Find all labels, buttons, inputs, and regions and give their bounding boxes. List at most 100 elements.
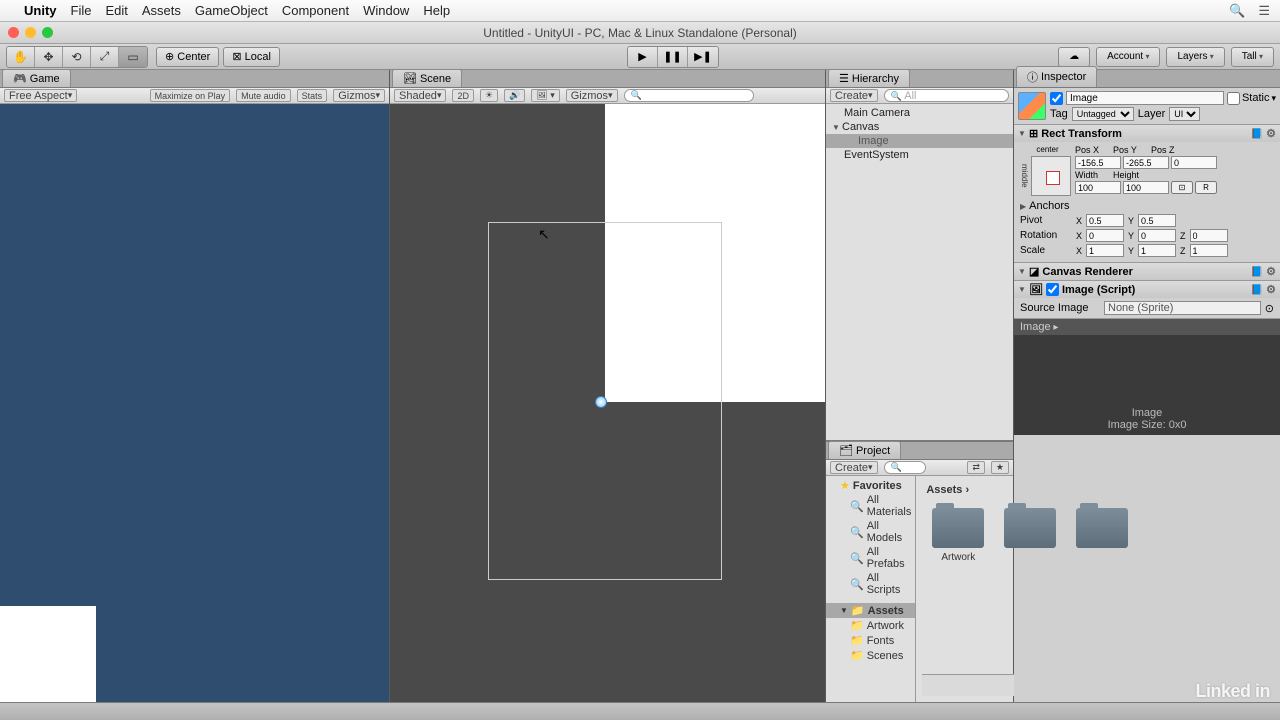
source-image-field[interactable]: None (Sprite)	[1104, 301, 1261, 315]
menu-file[interactable]: File	[71, 3, 92, 18]
tab-scene[interactable]: 🏞Scene	[392, 69, 462, 87]
layer-dropdown[interactable]: UI	[1169, 107, 1200, 121]
help-icon[interactable]: 📘	[1251, 267, 1263, 278]
aspect-dropdown[interactable]: Free Aspect ▾	[4, 89, 77, 102]
2d-toggle[interactable]: 2D	[452, 89, 474, 102]
scene-search[interactable]: 🔍	[624, 89, 754, 102]
spotlight-icon[interactable]: 🔍	[1229, 3, 1245, 18]
hierarchy-search[interactable]: 🔍 All	[884, 89, 1009, 102]
hierarchy-item-image[interactable]: Image	[826, 134, 1013, 148]
step-button[interactable]: ▶❚	[688, 47, 718, 67]
assets-folder[interactable]: ▼📁Assets	[826, 603, 915, 618]
folder-scenes[interactable]: 📁Scenes	[826, 648, 915, 663]
rot-y-field[interactable]	[1138, 229, 1176, 242]
layers-dropdown[interactable]: Layers	[1166, 47, 1224, 67]
menu-component[interactable]: Component	[282, 3, 349, 18]
audio-toggle[interactable]: 🔊	[504, 89, 525, 102]
cloud-button[interactable]: ☁	[1058, 47, 1090, 67]
active-checkbox[interactable]	[1050, 92, 1063, 105]
scene-view[interactable]: ↖	[390, 104, 825, 702]
transform-gizmo[interactable]	[595, 396, 607, 408]
component-menu-icon[interactable]: ⚙	[1266, 128, 1276, 140]
object-name-field[interactable]	[1066, 91, 1224, 105]
menu-assets[interactable]: Assets	[142, 3, 181, 18]
menu-window[interactable]: Window	[363, 3, 409, 18]
help-icon[interactable]: 📘	[1251, 129, 1263, 140]
scale-z-field[interactable]	[1190, 244, 1228, 257]
gizmos-scene-toggle[interactable]: Gizmos ▾	[566, 89, 618, 102]
rect-tool[interactable]: ▭	[119, 47, 147, 67]
rotate-tool[interactable]: ⟲	[63, 47, 91, 67]
anchors-foldout[interactable]: ▶Anchors	[1020, 198, 1274, 214]
project-create-button[interactable]: Create ▾	[830, 461, 878, 474]
hand-tool[interactable]: ✋	[7, 47, 35, 67]
tag-dropdown[interactable]: Untagged	[1072, 107, 1134, 121]
rect-transform-header[interactable]: ▼⊞ Rect Transform 📘 ⚙	[1014, 125, 1280, 142]
image-enabled-checkbox[interactable]	[1046, 283, 1059, 296]
pivot-x-field[interactable]	[1086, 214, 1124, 227]
app-name[interactable]: Unity	[24, 3, 57, 18]
object-picker-icon[interactable]: ⊙	[1265, 302, 1274, 315]
gizmos-game-toggle[interactable]: Gizmos ▾	[333, 89, 385, 102]
hierarchy-item-eventsystem[interactable]: EventSystem	[826, 148, 1013, 162]
material-slot[interactable]: Image ▸	[1014, 319, 1280, 335]
handle-local-button[interactable]: ⊠ Local	[223, 47, 280, 67]
folder-fonts[interactable]: 📁Fonts	[826, 633, 915, 648]
fav-all-prefabs[interactable]: 🔍All Prefabs	[826, 545, 915, 571]
project-star-icon[interactable]: ★	[991, 461, 1009, 474]
shading-dropdown[interactable]: Shaded ▾	[394, 89, 446, 102]
scale-x-field[interactable]	[1086, 244, 1124, 257]
help-icon[interactable]: 📘	[1251, 285, 1263, 296]
grid-artwork[interactable]: Artwork	[932, 508, 984, 563]
rot-z-field[interactable]	[1190, 229, 1228, 242]
project-filter-icon[interactable]: ⇄	[967, 461, 985, 474]
blueprint-button[interactable]: ⊡	[1171, 181, 1193, 194]
menu-extras-icon[interactable]: ☰	[1258, 3, 1270, 18]
hierarchy-create-button[interactable]: Create ▾	[830, 89, 878, 102]
tab-hierarchy[interactable]: ☰Hierarchy	[828, 69, 910, 87]
tab-project[interactable]: 🗂Project	[828, 441, 901, 459]
stats-toggle[interactable]: Stats	[297, 89, 328, 102]
raw-edit-button[interactable]: R	[1195, 181, 1217, 194]
play-button[interactable]: ▶	[628, 47, 658, 67]
move-tool[interactable]: ✥	[35, 47, 63, 67]
game-view[interactable]	[0, 104, 389, 702]
canvas-renderer-header[interactable]: ▼◪ Canvas Renderer 📘 ⚙	[1014, 263, 1280, 280]
folder-artwork[interactable]: 📁Artwork	[826, 618, 915, 633]
pos-x-field[interactable]	[1075, 156, 1121, 169]
pause-button[interactable]: ❚❚	[658, 47, 688, 67]
filter-icon: 🔍	[850, 526, 864, 539]
tab-game[interactable]: 🎮Game	[2, 69, 71, 87]
fav-all-models[interactable]: 🔍All Models	[826, 519, 915, 545]
height-field[interactable]	[1123, 181, 1169, 194]
hierarchy-item-canvas[interactable]: ▼Canvas	[826, 120, 1013, 134]
fx-toggle[interactable]: 🖼 ▾	[531, 89, 559, 102]
component-menu-icon[interactable]: ⚙	[1266, 284, 1276, 296]
component-menu-icon[interactable]: ⚙	[1266, 266, 1276, 278]
project-search[interactable]: 🔍	[884, 461, 927, 474]
width-field[interactable]	[1075, 181, 1121, 194]
static-checkbox[interactable]	[1227, 92, 1240, 105]
menu-gameobject[interactable]: GameObject	[195, 3, 268, 18]
handle-center-button[interactable]: ⊕ Center	[156, 47, 219, 67]
tab-inspector[interactable]: ⓘInspector	[1016, 66, 1097, 87]
hierarchy-item-main-camera[interactable]: Main Camera	[826, 106, 1013, 120]
menu-help[interactable]: Help	[423, 3, 450, 18]
scale-tool[interactable]: ⤢	[91, 47, 119, 67]
menu-edit[interactable]: Edit	[105, 3, 127, 18]
layout-dropdown[interactable]: Tall	[1231, 47, 1274, 67]
pivot-y-field[interactable]	[1138, 214, 1176, 227]
scale-y-field[interactable]	[1138, 244, 1176, 257]
rot-x-field[interactable]	[1086, 229, 1124, 242]
pos-y-field[interactable]	[1123, 156, 1169, 169]
account-dropdown[interactable]: Account	[1096, 47, 1160, 67]
anchor-preset-button[interactable]	[1031, 156, 1071, 196]
lighting-toggle[interactable]: ☀	[480, 89, 498, 102]
favorites-group[interactable]: ★Favorites	[826, 478, 915, 493]
maximize-toggle[interactable]: Maximize on Play	[150, 89, 231, 102]
pos-z-field[interactable]	[1171, 156, 1217, 169]
fav-all-materials[interactable]: 🔍All Materials	[826, 493, 915, 519]
mute-toggle[interactable]: Mute audio	[236, 89, 291, 102]
image-script-header[interactable]: ▼🖼 Image (Script) 📘 ⚙	[1014, 281, 1280, 298]
fav-all-scripts[interactable]: 🔍All Scripts	[826, 571, 915, 597]
